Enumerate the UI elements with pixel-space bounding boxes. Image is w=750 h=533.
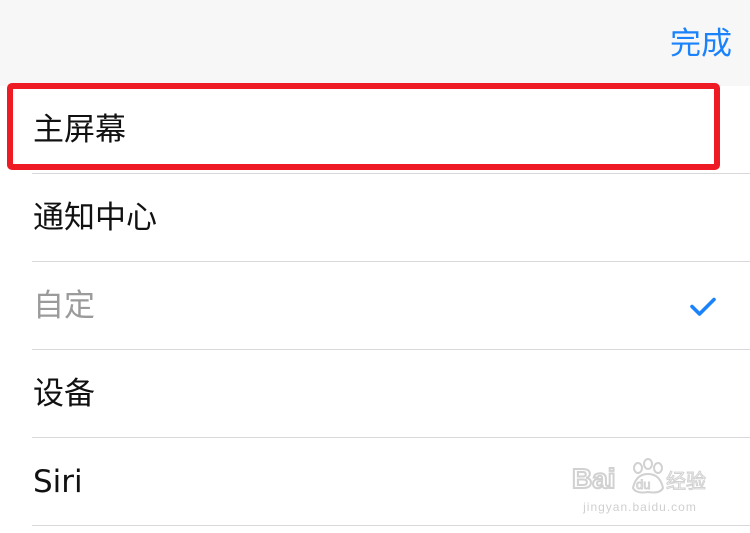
menu-item-home-screen[interactable]: 主屏幕: [0, 86, 750, 174]
menu-item-notification-center[interactable]: 通知中心: [0, 174, 750, 262]
checkmark-icon: [690, 297, 716, 316]
menu-item-label: 设备: [33, 376, 95, 412]
done-button[interactable]: 完成: [670, 22, 732, 66]
menu-item-custom[interactable]: 自定: [0, 262, 750, 350]
menu-item-label: 主屏幕: [33, 112, 126, 148]
menu-item-label: 自定: [33, 288, 95, 324]
navigation-bar: 完成: [0, 0, 750, 86]
menu-item-label: Siri: [33, 464, 83, 500]
menu-list: 主屏幕 通知中心 自定 设备 Siri: [0, 86, 750, 526]
menu-item-siri[interactable]: Siri: [0, 438, 750, 526]
menu-item-device[interactable]: 设备: [0, 350, 750, 438]
menu-item-label: 通知中心: [33, 200, 157, 236]
